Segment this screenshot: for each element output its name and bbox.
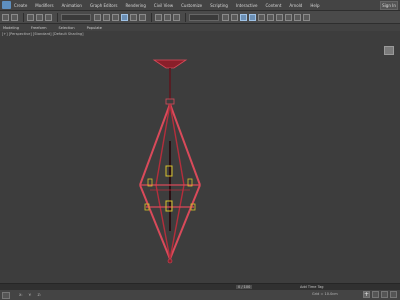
frame-counter[interactable]: 0 / 100 [236, 285, 253, 289]
x-coordinate-label: X: [19, 293, 23, 297]
material-editor-icon[interactable] [276, 13, 283, 21]
chandelier-arm [169, 184, 201, 260]
menu-modifiers[interactable]: Modifiers [35, 3, 53, 8]
select-and-scale-icon[interactable] [139, 13, 146, 21]
render-frame-icon[interactable] [294, 13, 301, 21]
chandelier-arm [155, 103, 171, 186]
select-object-icon[interactable] [94, 13, 101, 21]
main-toolbar [0, 11, 400, 24]
toolbar-divider [57, 12, 58, 22]
chandelier-arm [169, 103, 201, 186]
tab-populate[interactable]: Populate [87, 26, 102, 30]
zoom-icon[interactable]: + [363, 291, 370, 298]
schematic-view-icon[interactable] [267, 13, 274, 21]
menu-civil-view[interactable]: Civil View [154, 3, 173, 8]
chandelier-arm [155, 184, 171, 260]
y-coordinate-label: Y: [28, 293, 32, 297]
maxscript-listener-icon[interactable] [2, 291, 10, 299]
bind-space-warp-icon[interactable] [45, 13, 52, 21]
z-coordinate-label: Z: [37, 293, 42, 297]
curve-editor-icon[interactable] [258, 13, 265, 21]
chandelier-hook [165, 98, 175, 105]
undo-icon[interactable] [2, 13, 9, 21]
unlink-icon[interactable] [36, 13, 43, 21]
tab-freeform[interactable]: Freeform [31, 26, 47, 30]
app-icon[interactable] [2, 1, 11, 9]
chandelier-canopy [152, 59, 188, 69]
scene-explorer-icon[interactable] [240, 13, 247, 21]
snap-toggle-icon[interactable] [155, 13, 162, 21]
menu-help[interactable]: Help [310, 3, 319, 8]
viewport-label[interactable]: [+] [Perspective] [Standard] [Default Sh… [2, 32, 84, 36]
chandelier-arm [139, 184, 171, 260]
layer-explorer-icon[interactable] [249, 13, 256, 21]
redo-icon[interactable] [11, 13, 18, 21]
perspective-viewport[interactable]: [+] [Perspective] [Standard] [Default Sh… [0, 31, 400, 283]
orbit-icon[interactable] [372, 291, 379, 298]
menu-interactive[interactable]: Interactive [236, 3, 258, 8]
align-icon[interactable] [231, 13, 238, 21]
named-selection-dropdown[interactable] [189, 13, 219, 21]
chandelier-model[interactable] [139, 59, 201, 264]
menu-content[interactable]: Content [265, 3, 281, 8]
grid-size-label: Grid = 10.0cm [312, 292, 338, 296]
chandelier-finial [167, 258, 173, 264]
menu-customize[interactable]: Customize [181, 3, 202, 8]
time-slider[interactable]: 0 / 100 Add Time Tag [0, 283, 400, 290]
viewport-navigation: + [361, 291, 397, 298]
mirror-icon[interactable] [222, 13, 229, 21]
status-bar: X: Y: Z: Grid = 10.0cm + [0, 290, 400, 300]
render-setup-icon[interactable] [285, 13, 292, 21]
selection-filter-dropdown[interactable] [61, 13, 91, 21]
percent-snap-icon[interactable] [173, 13, 180, 21]
select-and-rotate-icon[interactable] [130, 13, 137, 21]
menu-graph-editors[interactable]: Graph Editors [90, 3, 117, 8]
menu-scripting[interactable]: Scripting [210, 3, 228, 8]
render-icon[interactable] [303, 13, 310, 21]
tab-selection[interactable]: Selection [59, 26, 75, 30]
menu-rendering[interactable]: Rendering [125, 3, 145, 8]
ribbon-tabs: Modeling Freeform Selection Populate [0, 24, 400, 31]
rectangular-selection-icon[interactable] [112, 13, 119, 21]
add-time-tag-button[interactable]: Add Time Tag [300, 285, 324, 289]
scene-canvas [139, 59, 201, 264]
angle-snap-icon[interactable] [164, 13, 171, 21]
viewcube-icon[interactable] [384, 46, 394, 55]
toolbar-divider [23, 12, 24, 22]
pan-icon[interactable] [381, 291, 388, 298]
toolbar-divider [151, 12, 152, 22]
select-and-move-icon[interactable] [121, 13, 128, 21]
link-icon[interactable] [27, 13, 34, 21]
menu-create[interactable]: Create [14, 3, 27, 8]
maximize-viewport-icon[interactable] [390, 291, 397, 298]
tab-modeling[interactable]: Modeling [3, 26, 19, 30]
menu-bar: Create Modifiers Animation Graph Editors… [0, 0, 400, 11]
menu-arnold[interactable]: Arnold [289, 3, 302, 8]
toolbar-divider [185, 12, 186, 22]
sign-in-button[interactable]: Sign In [380, 1, 398, 10]
chandelier-arm [169, 184, 185, 260]
menu-animation[interactable]: Animation [62, 3, 82, 8]
select-by-name-icon[interactable] [103, 13, 110, 21]
